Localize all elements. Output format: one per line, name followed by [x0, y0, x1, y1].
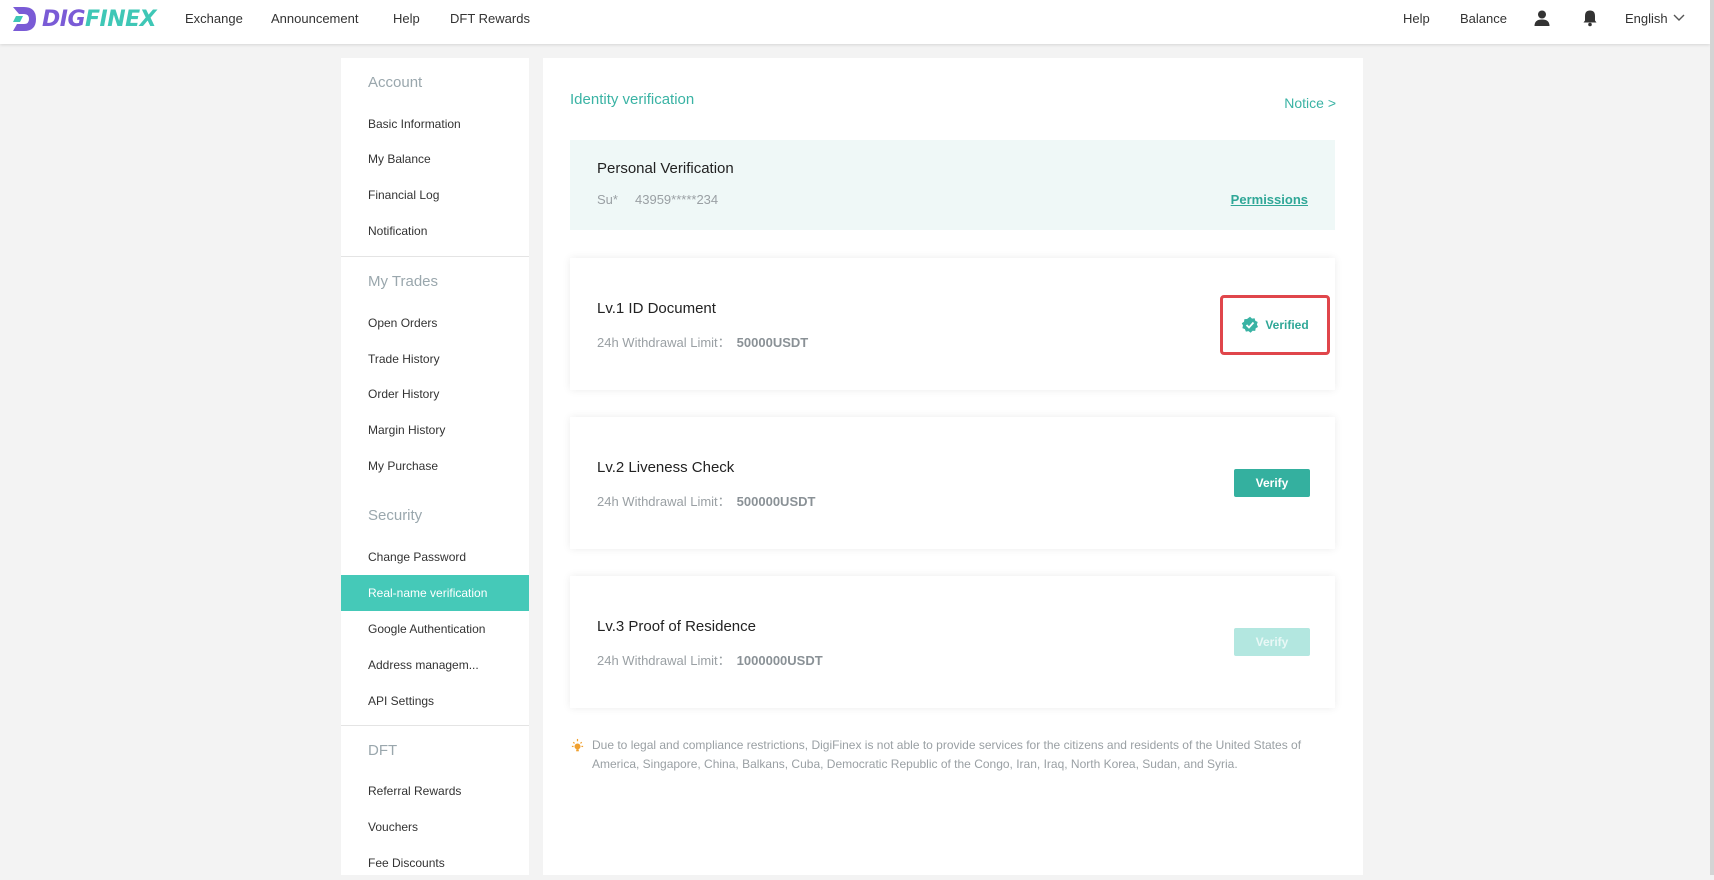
sidebar-item-change-password[interactable]: Change Password — [341, 540, 529, 574]
level-3-limit-value: 1000000USDT — [736, 653, 823, 668]
sidebar-item-notification[interactable]: Notification — [341, 214, 529, 248]
sidebar-item-api-settings[interactable]: API Settings — [341, 684, 529, 718]
level-1-title: Lv.1 ID Document — [597, 300, 716, 317]
chevron-down-icon[interactable] — [1673, 14, 1685, 22]
user-name: Su* — [597, 192, 618, 207]
nav-balance[interactable]: Balance — [1460, 11, 1507, 26]
user-id: 43959*****234 — [635, 192, 719, 207]
sidebar-item-order-history[interactable]: Order History — [341, 377, 529, 411]
sidebar: Account Basic Information My Balance Fin… — [341, 58, 529, 875]
personal-verification-box: Personal Verification Su* 43959*****234 … — [570, 140, 1335, 230]
sidebar-item-google-authentication[interactable]: Google Authentication — [341, 612, 529, 646]
level-1-limit-value: 50000USDT — [736, 335, 809, 350]
verified-badge-icon — [1242, 316, 1259, 333]
level-2-limit-label: 24h Withdrawal Limit： — [597, 494, 731, 509]
notice-link[interactable]: Notice > — [1284, 95, 1336, 111]
sidebar-item-margin-history[interactable]: Margin History — [341, 413, 529, 447]
verified-status-highlight: Verified — [1220, 295, 1330, 355]
sidebar-heading-dft: DFT — [368, 742, 398, 759]
sidebar-item-real-name-verification[interactable]: Real-name verification — [341, 575, 529, 611]
sidebar-item-vouchers[interactable]: Vouchers — [341, 810, 529, 844]
sidebar-heading-my-trades: My Trades — [368, 273, 439, 290]
level-2-title: Lv.2 Liveness Check — [597, 459, 735, 476]
disclaimer-text: Due to legal and compliance restrictions… — [592, 738, 1302, 771]
sidebar-item-trade-history[interactable]: Trade History — [341, 342, 529, 376]
verified-label: Verified — [1265, 318, 1309, 332]
compliance-disclaimer: Due to legal and compliance restrictions… — [570, 736, 1335, 774]
level-3-limit-label: 24h Withdrawal Limit： — [597, 653, 731, 668]
logo-text-dig: DIG — [42, 6, 86, 32]
sidebar-heading-account: Account — [368, 74, 423, 91]
lightbulb-icon — [571, 738, 584, 752]
sidebar-item-financial-log[interactable]: Financial Log — [341, 178, 529, 212]
digifinex-logo[interactable]: DIGFINEX — [10, 3, 157, 35]
nav-help[interactable]: Help — [393, 11, 420, 26]
level-3-title: Lv.3 Proof of Residence — [597, 618, 756, 635]
personal-verification-title: Personal Verification — [597, 160, 734, 177]
level-3-verify-button[interactable]: Verify — [1234, 628, 1310, 656]
permissions-link[interactable]: Permissions — [1231, 192, 1308, 207]
level-1-limit-label: 24h Withdrawal Limit： — [597, 335, 731, 350]
sidebar-item-my-balance[interactable]: My Balance — [341, 142, 529, 176]
level-3-card: Lv.3 Proof of Residence 24h Withdrawal L… — [570, 576, 1335, 708]
scrollbar[interactable] — [1710, 0, 1714, 875]
nav-exchange[interactable]: Exchange — [185, 11, 243, 26]
level-3-limit: 24h Withdrawal Limit： 1000000USDT — [597, 650, 823, 669]
language-selector[interactable]: English — [1625, 11, 1668, 26]
user-icon[interactable] — [1533, 9, 1551, 27]
logo-icon — [13, 7, 36, 31]
level-2-card: Lv.2 Liveness Check 24h Withdrawal Limit… — [570, 417, 1335, 549]
sidebar-item-basic-information[interactable]: Basic Information — [341, 107, 529, 141]
nav-help-right[interactable]: Help — [1403, 11, 1430, 26]
sidebar-item-referral-rewards[interactable]: Referral Rewards — [341, 774, 529, 808]
top-nav: DIGFINEX Exchange Announcement Help DFT … — [0, 0, 1710, 44]
bell-icon[interactable] — [1581, 9, 1599, 27]
sidebar-divider — [341, 725, 529, 726]
logo-text-finex: FINEX — [85, 6, 157, 32]
level-1-limit: 24h Withdrawal Limit： 50000USDT — [597, 332, 808, 351]
sidebar-heading-security: Security — [368, 507, 423, 524]
nav-dft-rewards[interactable]: DFT Rewards — [450, 11, 530, 26]
sidebar-item-my-purchase[interactable]: My Purchase — [341, 449, 529, 483]
level-2-limit: 24h Withdrawal Limit： 500000USDT — [597, 491, 815, 510]
level-2-verify-button[interactable]: Verify — [1234, 469, 1310, 497]
level-2-limit-value: 500000USDT — [736, 494, 816, 509]
sidebar-item-open-orders[interactable]: Open Orders — [341, 306, 529, 340]
page-title: Identity verification — [570, 91, 695, 108]
main-panel: Identity verification Notice > Personal … — [543, 58, 1363, 875]
verified-status: Verified — [1241, 316, 1309, 334]
level-1-card: Lv.1 ID Document 24h Withdrawal Limit： 50… — [570, 258, 1335, 390]
sidebar-divider — [341, 256, 529, 257]
sidebar-item-address-management[interactable]: Address managem... — [341, 648, 529, 682]
nav-announcement[interactable]: Announcement — [271, 11, 358, 26]
